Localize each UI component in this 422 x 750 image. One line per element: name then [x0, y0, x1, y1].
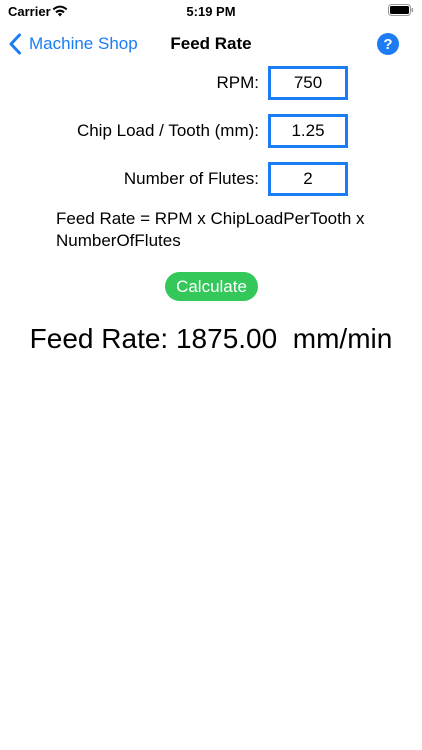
formula-text: Feed Rate = RPM x ChipLoadPerTooth x Num…	[56, 209, 365, 250]
result-text: Feed Rate: 1875.00 mm/min	[0, 323, 422, 355]
result-value: 1875.00	[175, 323, 278, 354]
rpm-row: RPM:	[0, 66, 422, 100]
result-label: Feed Rate:	[29, 323, 169, 354]
status-bar: Carrier 5:19 PM	[0, 0, 422, 22]
chip-load-label: Chip Load / Tooth (mm):	[76, 121, 259, 140]
flutes-input[interactable]	[268, 162, 348, 196]
battery-icon	[388, 4, 414, 16]
chip-load-input[interactable]	[268, 114, 348, 148]
result-unit: mm/min	[292, 323, 393, 354]
rpm-input[interactable]	[268, 66, 348, 100]
flutes-label: Number of Flutes:	[123, 169, 259, 188]
page-title: Feed Rate	[170, 34, 252, 53]
rpm-label: RPM:	[216, 73, 260, 92]
navigation-bar: Machine Shop Feed Rate ?	[0, 22, 422, 66]
calculate-button[interactable]: Calculate	[165, 272, 258, 301]
clock-time: 5:19 PM	[186, 4, 236, 19]
chip-load-row: Chip Load / Tooth (mm):	[0, 114, 422, 148]
flutes-row: Number of Flutes:	[0, 162, 422, 196]
help-button[interactable]: ?	[377, 33, 399, 55]
